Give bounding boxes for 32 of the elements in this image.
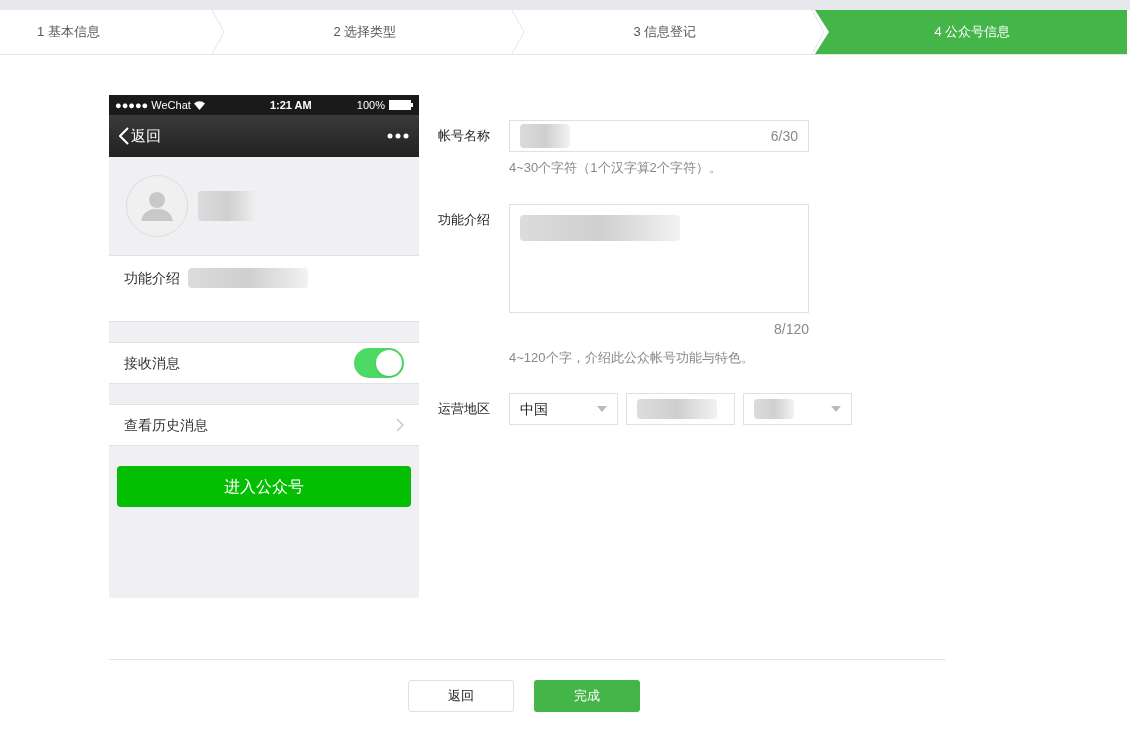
account-name-field[interactable]: 6/30 [509, 120, 809, 152]
dropdown-caret-icon [597, 406, 607, 412]
wifi-icon [193, 100, 205, 110]
person-icon [140, 191, 174, 221]
field-label: 帐号名称 [438, 127, 491, 145]
redaction-blur [520, 124, 570, 148]
clock-time: 1:21 AM [269, 97, 312, 113]
chevron-right-icon [396, 418, 404, 432]
redaction-blur [754, 399, 794, 419]
char-counter: 6/30 [770, 126, 798, 146]
region-select[interactable] [626, 393, 735, 425]
back-link[interactable]: 返回 [119, 124, 161, 148]
region-select[interactable] [743, 393, 852, 425]
region-select[interactable]: 中国 [509, 393, 618, 425]
field-label: 功能介绍 [438, 210, 491, 229]
chevron-left-icon [119, 127, 129, 145]
intro-textarea[interactable] [509, 203, 809, 313]
settings-row[interactable]: 查看历史消息 [109, 404, 419, 446]
redaction-blur [198, 191, 258, 221]
intro-label: 功能介绍 [124, 269, 180, 288]
field-hint: 4~120个字，介绍此公众帐号功能与特色。 [509, 348, 755, 367]
field-hint: 4~30个字符（1个汉字算2个字符）。 [509, 159, 723, 177]
battery-icon [389, 100, 413, 110]
battery-percent: 100% [356, 97, 385, 113]
carrier-label: ●●●●● WeChat [115, 97, 191, 113]
settings-row[interactable]: 接收消息 [109, 342, 419, 384]
field-label: 运营地区 [438, 400, 491, 419]
dropdown-caret-icon [831, 406, 841, 412]
back-button[interactable]: 返回 [407, 680, 514, 712]
toggle-switch[interactable] [354, 348, 404, 378]
char-counter: 8/120 [773, 319, 809, 339]
more-icon[interactable] [387, 133, 409, 139]
